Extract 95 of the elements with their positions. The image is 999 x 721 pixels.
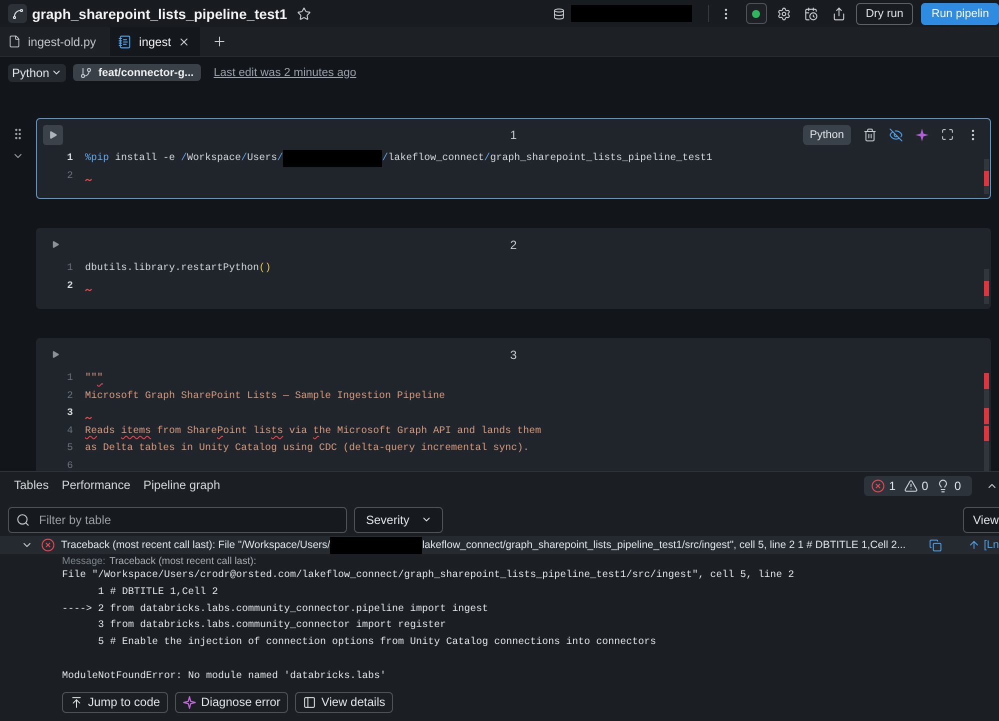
status-button[interactable]: [746, 3, 767, 24]
view-details-button[interactable]: View details: [295, 692, 394, 713]
language-chip[interactable]: Python: [802, 124, 851, 144]
error-marker: [984, 408, 989, 424]
code-text: /lakeflow_connect/graph_sharepoint_lists_pipeline_test1: [382, 153, 712, 164]
play-icon: [48, 130, 58, 140]
sparkle-icon: [183, 696, 196, 709]
line-number: 4: [66, 426, 73, 437]
filter-field[interactable]: Filter by table: [8, 506, 347, 532]
star-icon[interactable]: [297, 6, 312, 20]
line-link[interactable]: [Ln: [984, 539, 999, 551]
traceback-line: 3 from databricks.labs.community_connector import register: [97, 618, 446, 634]
code-text: """: [85, 373, 104, 384]
pipeline-title: graph_sharepoint_lists_pipeline_test1: [32, 6, 288, 22]
play-icon[interactable]: [51, 240, 60, 249]
line-number: 2: [66, 170, 73, 182]
language-dropdown[interactable]: Python: [8, 64, 66, 82]
arrow-up-icon[interactable]: [968, 539, 980, 551]
line-number: 1: [66, 373, 73, 384]
error-marker: [984, 373, 989, 388]
database-icon: [552, 8, 565, 20]
play-icon[interactable]: [51, 350, 60, 359]
run-button[interactable]: Run pipelin: [921, 2, 999, 24]
error-marker: [984, 280, 989, 296]
calendar-clock-icon[interactable]: [804, 6, 818, 20]
line-number: 3: [66, 408, 73, 420]
code-cell[interactable]: [36, 338, 991, 471]
error-summary: Traceback (most recent call last): File "/Workspace/Users/: [61, 539, 330, 551]
line-number: 1: [66, 263, 73, 274]
status-dot-icon: [752, 10, 760, 18]
cell-number: 3: [510, 348, 517, 362]
search-icon: [16, 512, 30, 526]
sparkle-icon[interactable]: [915, 128, 929, 142]
panel-tab[interactable]: Tables: [14, 475, 49, 496]
panel-tab[interactable]: Pipeline graph: [143, 475, 220, 496]
message-text: Traceback (most recent call last):: [109, 556, 256, 566]
view-button[interactable]: View: [963, 506, 999, 532]
error-marker: [984, 170, 989, 186]
warning-icon: [904, 478, 918, 492]
line-number: 1: [66, 153, 73, 164]
code-text: Microsoft Graph SharePoint Lists — Sample Ingestion Pipeline: [85, 390, 446, 402]
settings-icon[interactable]: [776, 6, 791, 20]
code-text: as Delta tables in Unity Catalog using CDC (delta-query incremental sync).: [85, 443, 530, 454]
close-icon[interactable]: [178, 36, 190, 48]
squiggle-icon: [85, 416, 92, 420]
traceback-line: File "/Workspace/Users/crodr@orsted.com/lakeflow_connect/graph_sharepoint_lists_pipeline_test1/src/ingest", cell 5, line 2: [62, 568, 794, 583]
jump-to-code-button[interactable]: Jump to code: [62, 692, 168, 713]
squiggle-icon: [85, 178, 92, 182]
file-icon: [8, 35, 21, 48]
traceback-line: 1 # DBTITLE 1,Cell 2: [97, 586, 218, 600]
error-row[interactable]: Traceback (most recent call last): File "/Workspace/Users/ lakeflow_connect/graph_sharepoint_lists_pipeline_test1/src/ingest", cell 5, line 2 1 # DBTITLE 1,Cell 2... [Ln: [0, 536, 999, 554]
code-cell[interactable]: 2 1 dbutils.library.restartPython() 2: [36, 228, 991, 309]
cell-number: 1: [510, 128, 517, 142]
line-number: 5: [66, 443, 73, 454]
error-icon: [41, 538, 55, 552]
delete-icon[interactable]: [863, 128, 877, 142]
exception-message: ModuleNotFoundError: No module named 'databricks.labs': [62, 670, 386, 684]
copy-icon[interactable]: [928, 538, 942, 552]
severity-dropdown[interactable]: Severity: [354, 506, 444, 532]
line-number: 6: [66, 460, 73, 471]
notebook-icon: [118, 34, 132, 48]
code-cell[interactable]: 1 Python 1 %pip install -e /Workspace/Users/ /lakeflow_connect/graph_sharepoint_lists_pipeline_test1 2: [36, 118, 991, 199]
error-marker: [984, 426, 989, 441]
error-summary: lakeflow_connect/graph_sharepoint_lists_pipeline_test1/src/ingest", cell 5, line 2 1 # DBTITLE 1,Cell 2...: [422, 539, 906, 551]
issue-count: 0: [922, 478, 928, 492]
panel-tab[interactable]: Performance: [62, 475, 130, 496]
traceback-line: 5 # Enable the injection of connection options from Unity Catalog connections into connectors: [97, 636, 656, 650]
dry-run-button[interactable]: Dry run: [856, 2, 914, 24]
code-text: dbutils.library.restartPython(): [85, 263, 272, 274]
code-text: %pip install -e /Workspace/Users/: [85, 153, 284, 164]
error-icon: [870, 478, 885, 492]
cell-number: 2: [510, 238, 517, 252]
add-tab-icon[interactable]: [212, 34, 228, 49]
spline-icon: [8, 4, 27, 23]
share-icon[interactable]: [832, 6, 846, 20]
file-tab[interactable]: ingest-old.py: [0, 27, 106, 56]
diagnose-button[interactable]: Diagnose error: [175, 692, 288, 713]
last-edit-link[interactable]: Last edit was 2 minutes ago: [214, 66, 356, 78]
issue-count: 0: [954, 478, 961, 492]
squiggle-icon: [85, 288, 92, 292]
panel-icon: [303, 696, 316, 709]
issue-summary[interactable]: 1 0 0: [864, 476, 972, 496]
traceback-line: ----> 2 from databricks.labs.community_connector.pipeline import ingest: [62, 602, 488, 617]
message-label: Message:: [62, 556, 106, 566]
code-text: Reads items from SharePoint lists via the Microsoft Graph API and lands them: [85, 426, 542, 437]
run-cell-button[interactable]: [43, 124, 63, 144]
branch-icon: [80, 66, 92, 78]
file-tab[interactable]: ingest: [110, 27, 200, 56]
line-number: 2: [66, 280, 73, 292]
branch-button[interactable]: feat/connector-g...: [73, 64, 201, 81]
arrow-up-icon: [70, 696, 83, 709]
line-number: 2: [66, 390, 73, 402]
issue-count: 1: [888, 478, 896, 492]
expand-icon[interactable]: [941, 128, 954, 141]
eye-off-icon[interactable]: [889, 128, 903, 142]
